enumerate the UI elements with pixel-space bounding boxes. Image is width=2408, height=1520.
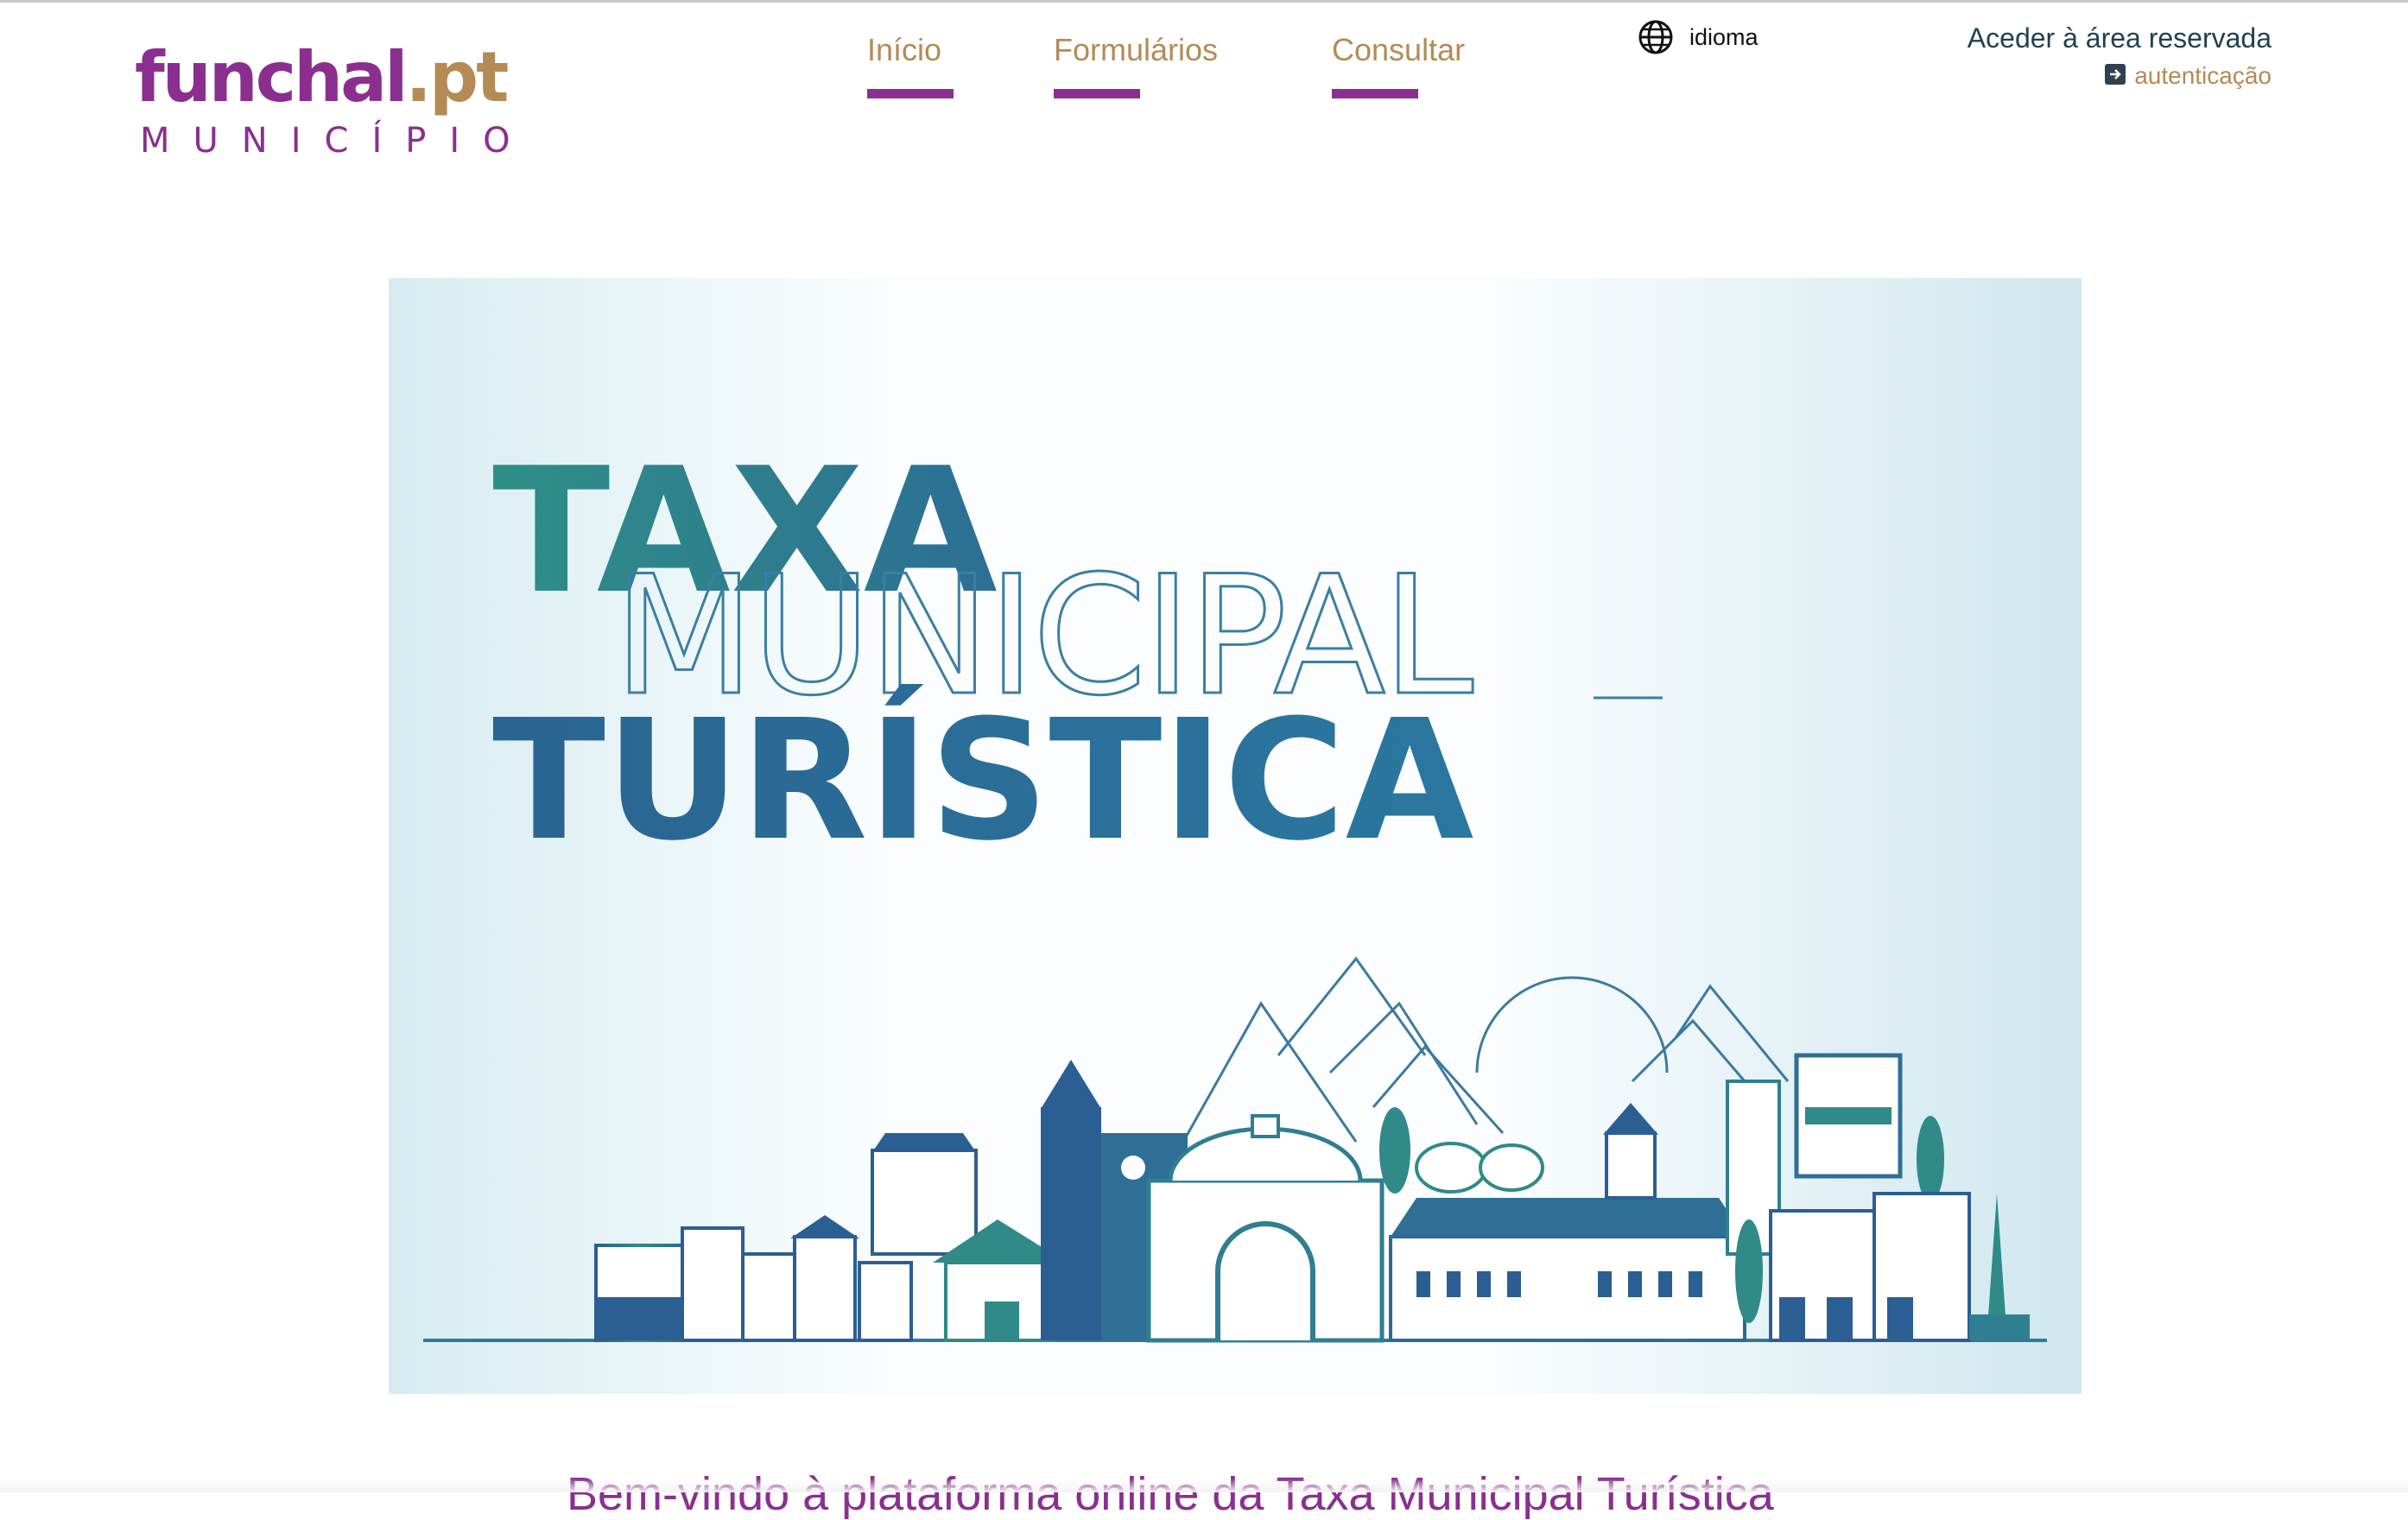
nav-item-formularios[interactable]: Formulários [1054,26,1218,104]
nav-underline [867,89,954,98]
banner-illustration: TAXA MUNICIPAL TURÍSTICA [389,278,2082,1394]
nav-label: Formulários [1054,32,1219,67]
reserved-area: Aceder à área reservada autenticação [1968,19,2272,97]
language-label: idioma [1689,24,1758,50]
nav-item-inicio[interactable]: Início [867,26,954,104]
nav-underline [1332,89,1418,98]
logo-subtitle: MUNICÍPIO [140,121,534,161]
nav-underline [1054,89,1140,98]
login-label: autenticação [2134,62,2272,89]
login-link[interactable]: autenticação [1968,62,2272,97]
tourist-tax-banner: TAXA MUNICIPAL TURÍSTICA [389,278,2082,1394]
nav-item-consultar[interactable]: Consultar [1332,26,1465,104]
reserved-area-title[interactable]: Aceder à área reservada [1968,19,2272,57]
welcome-heading: Bem-vindo à plataforma online da Taxa Mu… [567,1468,1774,1520]
nav-label: Consultar [1332,32,1466,67]
logo-wordmark: funchal.pt [135,35,510,121]
bottom-edge [0,1479,2408,1492]
funchal-logo[interactable]: funchal.pt MUNICÍPIO [135,35,510,164]
logo-name: funchal [135,37,408,117]
nav-label: Início [867,32,942,67]
banner-title-line3: TURÍSTICA [492,683,1473,877]
login-arrow-icon [2105,64,2126,85]
top-rule [0,0,2408,3]
logo-domain: .pt [405,37,510,117]
globe-icon [1638,20,1673,54]
